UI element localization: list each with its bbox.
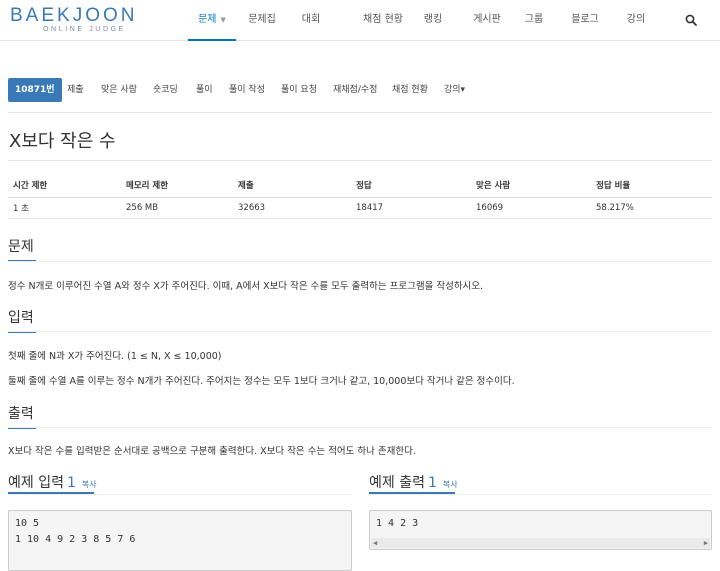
example-input-line: 1 10 4 9 2 3 8 5 7 6: [15, 534, 136, 545]
divider: [8, 494, 352, 495]
tab-solutions[interactable]: 풀이: [196, 78, 213, 102]
tab-problem-number[interactable]: 10871번: [8, 78, 62, 102]
nav-item-status[interactable]: 채점 현황: [355, 0, 411, 41]
divider: [8, 112, 712, 113]
example-input-number: 1: [66, 475, 76, 491]
tab-request-solution[interactable]: 풀이 요청: [281, 78, 317, 102]
copy-example-output-button[interactable]: 복사: [443, 480, 458, 489]
nav-item-group[interactable]: 그룹: [522, 0, 546, 41]
header-memory-limit: 메모리 제한: [121, 173, 233, 198]
input-description-line1: 첫째 줄에 N과 X가 주어진다. (1 ≤ N, X ≤ 10,000): [8, 351, 222, 362]
problem-description: 정수 N개로 이루어진 수열 A와 정수 X가 주어진다. 이때, A에서 X보…: [8, 281, 484, 292]
example-input-box[interactable]: 10 5 1 10 4 9 2 3 8 5 7 6: [8, 510, 352, 571]
value-submissions: 32663: [233, 197, 351, 219]
input-section-heading: 입력: [8, 307, 36, 333]
heading-text: 출력: [8, 406, 34, 422]
logo-sub-text: ONLINE JUDGE: [43, 26, 126, 33]
nav-item-workbook[interactable]: 문제집: [243, 0, 281, 41]
divider: [8, 261, 712, 262]
example-input-heading: 예제 입력 1 복사: [8, 472, 97, 492]
logo-main-text: BAEKJOON: [10, 5, 138, 26]
tab-lecture-dropdown[interactable]: 강의▾: [444, 78, 465, 102]
divider: [8, 160, 712, 161]
tab-solved-users[interactable]: 맞은 사람: [101, 78, 137, 102]
nav-item-contest[interactable]: 대회: [296, 0, 326, 41]
scroll-left-icon[interactable]: ◀: [373, 539, 377, 547]
example-output-label: 예제 출력: [369, 475, 425, 491]
table-row: 1 초 256 MB 32663 18417 16069 58.217%: [8, 197, 712, 219]
divider: [369, 494, 712, 495]
problem-info-table: 시간 제한 메모리 제한 제출 정답 맞은 사람 정답 비율 1 초 256 M…: [8, 173, 712, 219]
value-time-limit: 1 초: [8, 197, 121, 219]
heading-text: 문제: [8, 239, 34, 255]
nav-item-label: 문제: [198, 14, 217, 25]
scroll-right-icon[interactable]: ▶: [704, 539, 708, 547]
top-navbar: BAEKJOON ONLINE JUDGE 문제 ▼ 문제집 대회 채점 현황 랭…: [0, 0, 720, 41]
output-section-heading: 출력: [8, 403, 36, 429]
table-header-row: 시간 제한 메모리 제한 제출 정답 맞은 사람 정답 비율: [8, 173, 712, 198]
heading-text: 입력: [8, 310, 34, 326]
example-output-number: 1: [427, 475, 437, 491]
nav-item-board[interactable]: 게시판: [470, 0, 504, 41]
copy-example-input-button[interactable]: 복사: [82, 480, 97, 489]
nav-item-blog[interactable]: 블로그: [569, 0, 601, 41]
nav-item-ranking[interactable]: 랭킹: [420, 0, 446, 41]
header-time-limit: 시간 제한: [8, 173, 121, 198]
problem-section-heading: 문제: [8, 236, 36, 262]
example-input-line: 10 5: [15, 518, 40, 529]
nav-item-problems[interactable]: 문제 ▼: [188, 0, 236, 41]
tab-judge-status[interactable]: 채점 현황: [392, 78, 428, 102]
header-solved-users: 맞은 사람: [471, 173, 591, 198]
value-accept-ratio: 58.217%: [591, 197, 712, 219]
header-accepted: 정답: [351, 173, 471, 198]
tab-write-solution[interactable]: 풀이 작성: [229, 78, 265, 102]
value-memory-limit: 256 MB: [121, 197, 233, 219]
header-submissions: 제출: [233, 173, 351, 198]
value-solved-users: 16069: [471, 197, 591, 219]
example-output-line: 1 4 2 3: [376, 518, 419, 529]
page-title: X보다 작은 수: [9, 131, 116, 152]
example-input-label: 예제 입력: [8, 475, 64, 491]
divider: [8, 331, 712, 332]
chevron-down-icon: ▼: [220, 16, 226, 24]
output-description: X보다 작은 수를 입력받은 순서대로 공백으로 구분해 출력한다. X보다 작…: [8, 446, 416, 457]
input-description-line2: 둘째 줄에 수열 A를 이루는 정수 N개가 주어진다. 주어지는 정수는 모두…: [8, 376, 515, 387]
header-accept-ratio: 정답 비율: [591, 173, 712, 198]
example-output-heading: 예제 출력 1 복사: [369, 472, 458, 492]
nav-item-lecture[interactable]: 강의: [624, 0, 648, 41]
search-icon[interactable]: [685, 14, 697, 26]
value-accepted: 18417: [351, 197, 471, 219]
site-logo[interactable]: BAEKJOON ONLINE JUDGE: [10, 5, 170, 37]
horizontal-scrollbar[interactable]: ◀ ▶: [371, 538, 710, 548]
example-output-box[interactable]: 1 4 2 3 ◀ ▶: [369, 510, 712, 550]
tab-rejudge[interactable]: 재채점/수정: [333, 78, 377, 102]
divider: [8, 427, 712, 428]
tab-short-coding[interactable]: 숏코딩: [153, 78, 178, 102]
tab-submit[interactable]: 제출: [67, 78, 84, 102]
